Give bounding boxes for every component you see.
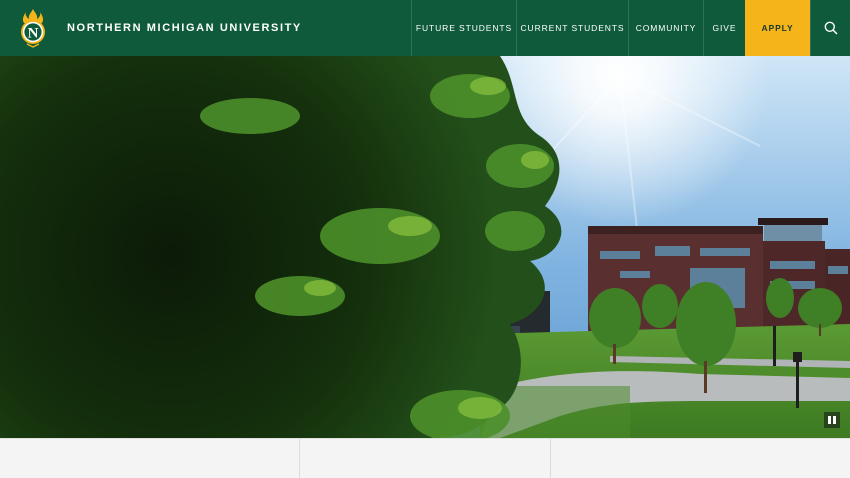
feature-card[interactable] <box>0 439 299 478</box>
nav-community[interactable]: COMMUNITY <box>628 0 703 56</box>
svg-text:N: N <box>28 26 39 42</box>
university-name: NORTHERN MICHIGAN UNIVERSITY <box>67 22 302 34</box>
search-icon <box>824 21 838 35</box>
site-header: N NORTHERN MICHIGAN UNIVERSITY FUTURE ST… <box>0 0 850 56</box>
nav-current-students[interactable]: CURRENT STUDENTS <box>516 0 628 56</box>
nav-give[interactable]: GIVE <box>703 0 745 56</box>
pause-icon <box>828 416 831 424</box>
search-button[interactable] <box>810 0 850 56</box>
feature-card[interactable] <box>550 439 850 478</box>
apply-button[interactable]: APPLY <box>745 0 810 56</box>
campus-hero-image <box>0 56 850 438</box>
brand-link[interactable]: N NORTHERN MICHIGAN UNIVERSITY <box>0 0 302 56</box>
video-pause-button[interactable] <box>824 412 840 428</box>
nav-future-students[interactable]: FUTURE STUDENTS <box>411 0 516 56</box>
primary-nav: FUTURE STUDENTS CURRENT STUDENTS COMMUNI… <box>411 0 850 56</box>
feature-card-strip <box>0 438 850 478</box>
university-logo: N <box>21 9 45 48</box>
feature-card[interactable] <box>299 439 550 478</box>
hero-video <box>0 56 850 438</box>
